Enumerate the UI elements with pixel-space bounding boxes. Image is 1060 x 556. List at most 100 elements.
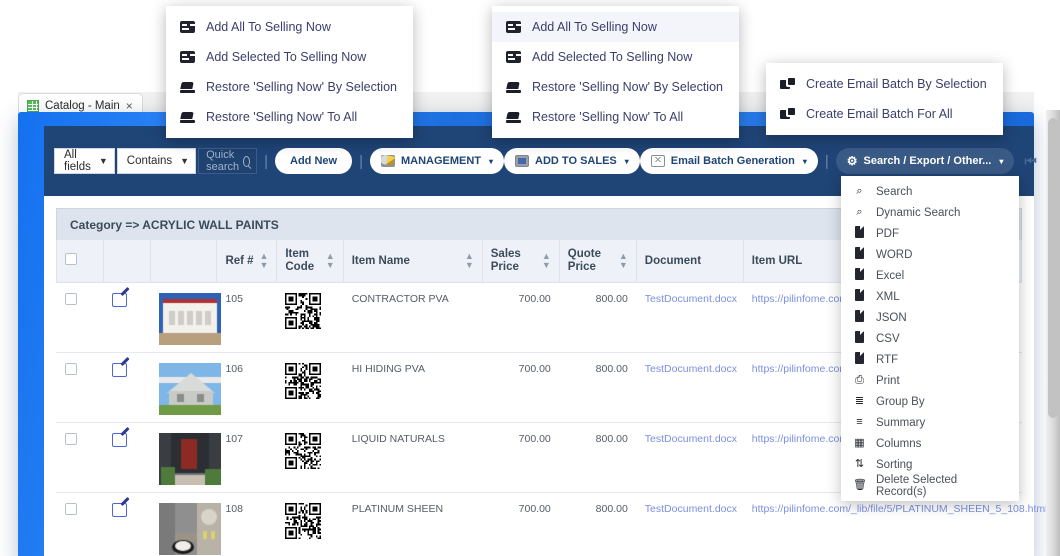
sort-icon[interactable]: ▲ ▼ xyxy=(619,251,628,270)
th-sales-price[interactable]: Sales Price ▲ ▼ xyxy=(481,240,560,283)
document-icon xyxy=(853,289,866,304)
operator-select[interactable]: Contains ▼ xyxy=(116,148,197,174)
layers-icon: ≣ xyxy=(854,395,865,407)
sort-icon[interactable]: ▲ ▼ xyxy=(326,251,335,270)
sort-icon[interactable]: ▲ ▼ xyxy=(465,251,474,270)
menu-item[interactable]: Restore 'Selling Now' By Selection xyxy=(166,72,413,102)
menu-item[interactable]: 🗑 Delete Selected Record(s) xyxy=(841,474,1019,498)
cell-edit[interactable] xyxy=(103,352,151,423)
menu-item[interactable]: Add Selected To Selling Now xyxy=(166,42,413,72)
document-link[interactable]: TestDocument.docx xyxy=(645,503,737,515)
menu-item[interactable]: Add Selected To Selling Now xyxy=(492,42,739,72)
menu-item[interactable]: ≡ Summary xyxy=(841,412,1019,433)
grid-icon xyxy=(27,100,39,112)
menu-item-label: Search xyxy=(876,185,913,198)
th-item-name[interactable]: Item Name ▲ ▼ xyxy=(342,240,483,283)
menu-item[interactable]: PDF xyxy=(841,223,1019,244)
menu-item[interactable]: JSON xyxy=(841,307,1019,328)
first-page-icon[interactable]: ⏮ xyxy=(1024,153,1037,170)
menu-item[interactable]: ≣ Group By xyxy=(841,391,1019,412)
trash-icon: 🗑 xyxy=(853,479,867,491)
item-url-link[interactable]: https://pilinfome.com/_lib/file/5/PLATIN… xyxy=(752,503,1048,515)
cell-select[interactable] xyxy=(56,282,104,353)
th-item-code[interactable]: Item Code ▲ ▼ xyxy=(276,240,344,283)
document-link[interactable]: TestDocument.docx xyxy=(645,433,737,445)
add-to-sales-button[interactable]: ADD TO SALES ▾ xyxy=(504,148,640,174)
menu-item[interactable]: XML xyxy=(841,286,1019,307)
th-document: Document xyxy=(635,240,744,283)
edit-icon[interactable] xyxy=(112,502,128,517)
row-checkbox[interactable] xyxy=(65,362,77,375)
menu-item[interactable]: ⎙ Print xyxy=(841,370,1019,391)
management-button[interactable]: MANAGEMENT ▾ xyxy=(369,148,505,174)
edit-icon[interactable] xyxy=(112,292,128,307)
cell-edit[interactable] xyxy=(103,492,151,556)
list-icon: ≡ xyxy=(856,416,863,428)
cell-document[interactable]: TestDocument.docx xyxy=(636,352,744,423)
menu-item[interactable]: Restore 'Selling Now' To All xyxy=(492,102,739,132)
add-to-sales-menu-front[interactable]: Add All To Selling Now Add Selected To Se… xyxy=(492,6,739,138)
row-checkbox[interactable] xyxy=(65,432,77,445)
email-batch-menu[interactable]: Create Email Batch By Selection Create Em… xyxy=(766,63,1003,135)
menu-item[interactable]: Create Email Batch For All xyxy=(766,99,1003,129)
cell-document[interactable]: TestDocument.docx xyxy=(636,282,744,353)
th-select-all[interactable] xyxy=(55,240,105,283)
email-batch-icon xyxy=(780,77,795,91)
cell-edit[interactable] xyxy=(103,422,151,493)
sort-icon[interactable]: ▲ ▼ xyxy=(542,251,551,270)
item-thumbnail xyxy=(159,502,222,555)
cell-select[interactable] xyxy=(56,492,104,556)
add-to-sales-label: ADD TO SALES xyxy=(535,155,617,167)
menu-item[interactable]: RTF xyxy=(841,349,1019,370)
menu-item[interactable]: Create Email Batch By Selection xyxy=(766,69,1003,99)
menu-item[interactable]: ⌕ Dynamic Search xyxy=(841,202,1019,223)
search-input[interactable]: Quick search xyxy=(198,148,258,174)
management-label: MANAGEMENT xyxy=(400,155,482,167)
chevron-down-icon: ▼ xyxy=(180,156,190,166)
select-all-checkbox[interactable] xyxy=(65,253,77,266)
menu-item[interactable]: CSV xyxy=(841,328,1019,349)
cell-document[interactable]: TestDocument.docx xyxy=(636,422,744,493)
add-to-sales-menu-back[interactable]: Add All To Selling Now Add Selected To Se… xyxy=(166,6,413,138)
row-checkbox[interactable] xyxy=(65,292,77,305)
document-icon xyxy=(855,331,864,343)
sort-icon[interactable]: ▲ ▼ xyxy=(259,251,268,270)
qr-code-icon xyxy=(285,292,322,329)
document-link[interactable]: TestDocument.docx xyxy=(645,363,737,375)
menu-item[interactable]: ⌕ Search xyxy=(841,181,1019,202)
th-ref[interactable]: Ref # ▲ ▼ xyxy=(216,240,278,283)
search-export-other-button[interactable]: ⚙ Search / Export / Other... ▾ xyxy=(835,148,1015,174)
menu-item[interactable]: ⇅ Sorting xyxy=(841,454,1019,475)
cell-select[interactable] xyxy=(56,422,104,493)
cell-document[interactable]: TestDocument.docx xyxy=(636,492,744,556)
th-document-label: Document xyxy=(644,254,702,267)
menu-item[interactable]: WORD xyxy=(841,244,1019,265)
menu-item[interactable]: ▦ Columns xyxy=(841,433,1019,454)
cell-item-url[interactable]: https://pilinfome.com/_lib/file/5/PLATIN… xyxy=(743,492,1047,556)
close-icon[interactable]: × xyxy=(126,100,133,112)
sales-icon xyxy=(515,155,530,167)
menu-item[interactable]: Add All To Selling Now xyxy=(166,12,413,42)
edit-icon[interactable] xyxy=(112,362,128,377)
add-new-label: Add New xyxy=(290,155,338,167)
row-checkbox[interactable] xyxy=(65,502,77,515)
cell-edit[interactable] xyxy=(103,282,151,353)
menu-item[interactable]: Restore 'Selling Now' To All xyxy=(166,102,413,132)
cell-sales-price: 700.00 xyxy=(482,352,560,423)
menu-item[interactable]: Excel xyxy=(841,265,1019,286)
edit-icon[interactable] xyxy=(112,432,128,447)
email-batch-generation-button[interactable]: Email Batch Generation ▾ xyxy=(639,148,818,174)
item-thumbnail xyxy=(159,432,222,485)
search-export-menu[interactable]: ⌕ Search ⌕ Dynamic Search PDF WORD Excel XML JSO… xyxy=(841,176,1019,501)
th-quote-price[interactable]: Quote Price ▲ ▼ xyxy=(558,240,637,283)
cell-select[interactable] xyxy=(56,352,104,423)
cell-item-name: HI HIDING PVA xyxy=(343,352,483,423)
field-select[interactable]: All fields ▼ xyxy=(54,148,115,174)
table-row[interactable]: 108 PLATINUM SHEEN 700.00 800.00 TestDocumen… xyxy=(56,492,1047,556)
menu-item[interactable]: Restore 'Selling Now' By Selection xyxy=(492,72,739,102)
document-link[interactable]: TestDocument.docx xyxy=(645,293,737,305)
add-new-button[interactable]: Add New xyxy=(275,148,353,174)
page-scrollbar-thumb[interactable] xyxy=(1048,118,1058,418)
menu-item[interactable]: Add All To Selling Now xyxy=(492,12,739,42)
tab-label: Catalog - Main xyxy=(45,100,120,112)
